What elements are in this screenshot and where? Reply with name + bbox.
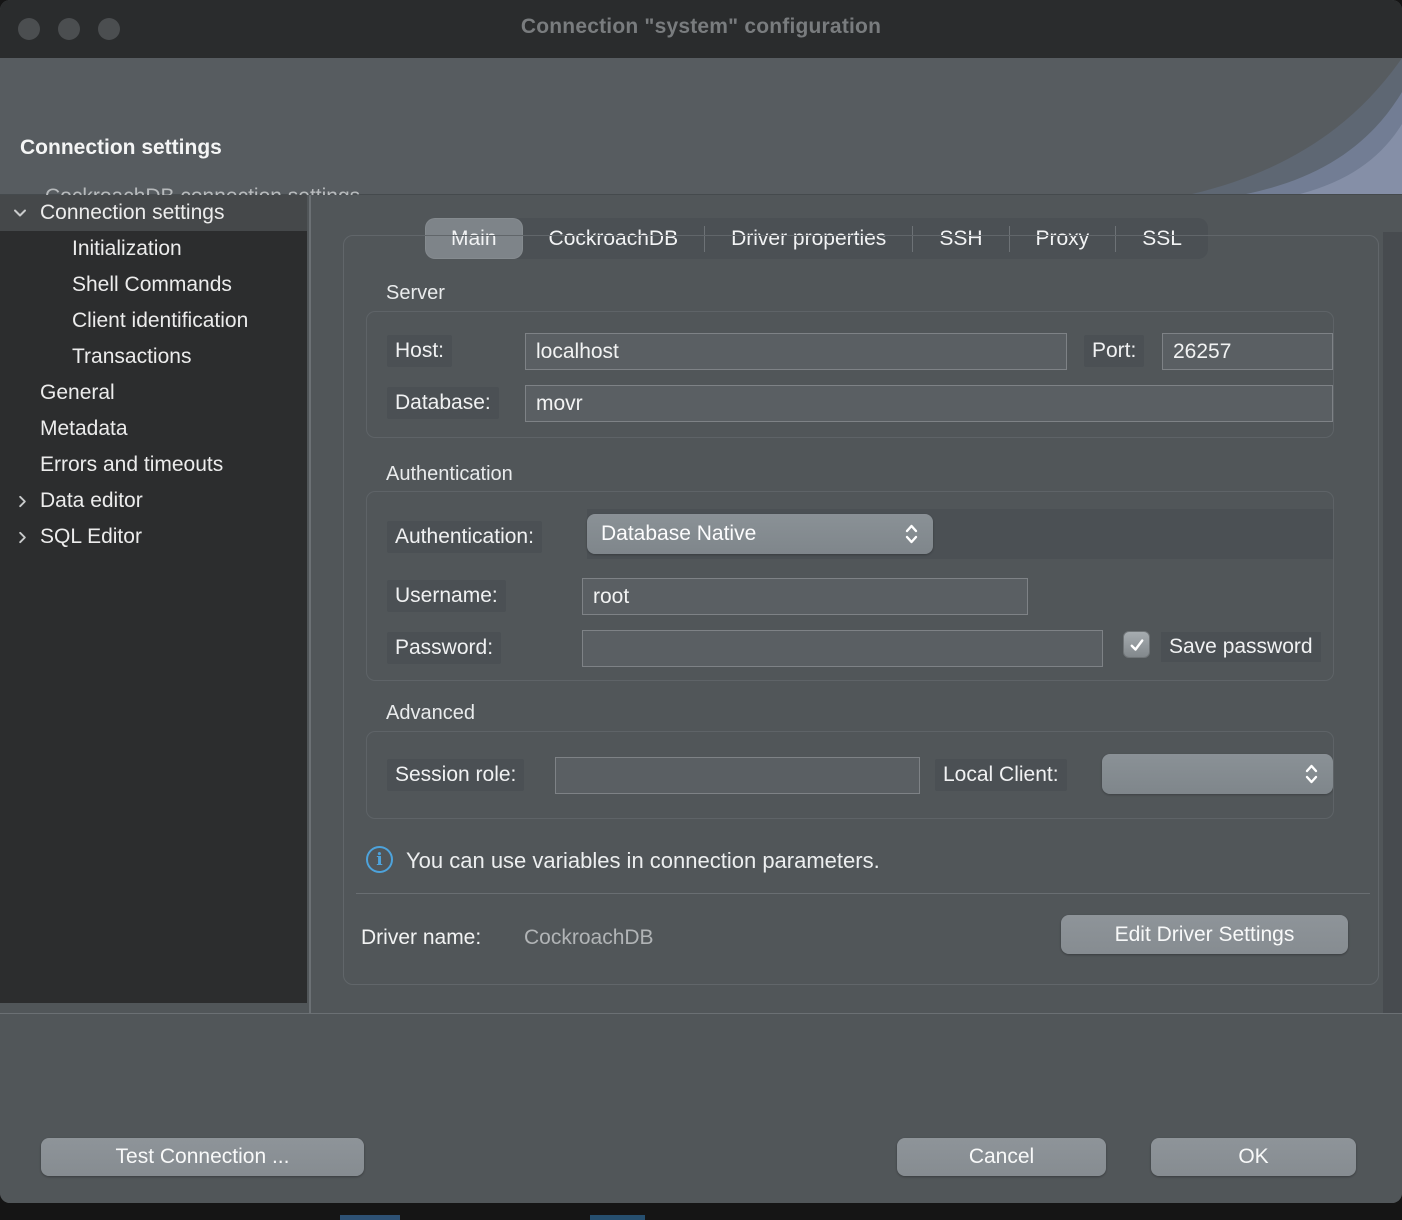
settings-sidebar: Connection settings Initialization Shell…	[0, 195, 309, 1013]
sidebar-item-label: Errors and timeouts	[40, 453, 223, 476]
chevron-up-down-icon	[1304, 762, 1319, 786]
sidebar-item-metadata[interactable]: Metadata	[0, 411, 307, 447]
sidebar-item-errors-and-timeouts[interactable]: Errors and timeouts	[0, 447, 307, 483]
chevron-right-icon[interactable]	[10, 519, 34, 555]
window-title: Connection "system" configuration	[0, 15, 1402, 39]
host-label: Host:	[387, 335, 452, 367]
sidebar-item-initialization[interactable]: Initialization	[0, 231, 307, 267]
save-password-checkbox[interactable]	[1123, 631, 1150, 658]
session-role-label: Session role:	[387, 759, 524, 791]
sidebar-item-connection-settings[interactable]: Connection settings	[0, 195, 307, 231]
sidebar-item-label: Shell Commands	[72, 273, 232, 296]
cancel-button[interactable]: Cancel	[897, 1138, 1106, 1176]
save-password-label: Save password	[1161, 632, 1321, 662]
header-banner-graphic	[1144, 58, 1402, 194]
advanced-group: Session role: Local Client:	[366, 731, 1334, 819]
server-group: Host: Port: Database:	[366, 311, 1334, 438]
sidebar-item-transactions[interactable]: Transactions	[0, 339, 307, 375]
sidebar-item-data-editor[interactable]: Data editor	[0, 483, 307, 519]
background-window-sliver	[590, 1215, 645, 1220]
settings-tree: Connection settings Initialization Shell…	[0, 195, 307, 1003]
port-label: Port:	[1084, 335, 1144, 367]
selected-option-label: Database Native	[601, 522, 904, 546]
titlebar: Connection "system" configuration	[0, 0, 1402, 58]
password-input[interactable]	[582, 630, 1103, 667]
database-label: Database:	[387, 387, 499, 419]
sidebar-item-shell-commands[interactable]: Shell Commands	[0, 267, 307, 303]
database-input[interactable]	[525, 385, 1333, 422]
session-role-input[interactable]	[555, 757, 920, 794]
sidebar-item-label: Data editor	[40, 489, 143, 512]
port-input[interactable]	[1162, 333, 1333, 370]
driver-separator	[356, 893, 1370, 894]
chevron-right-icon[interactable]	[10, 483, 34, 519]
sidebar-item-label: SQL Editor	[40, 525, 142, 548]
driver-name-value: CockroachDB	[524, 926, 654, 950]
chevron-down-icon[interactable]	[8, 195, 32, 231]
connection-configuration-dialog: Connection "system" configuration Connec…	[0, 0, 1402, 1203]
variables-hint-text: You can use variables in connection para…	[406, 848, 880, 874]
test-connection-button[interactable]: Test Connection ...	[41, 1138, 364, 1176]
server-group-legend: Server	[386, 282, 445, 305]
dialog-button-bar: Test Connection ... Cancel OK	[0, 1013, 1402, 1203]
page-title: Connection settings	[20, 136, 222, 160]
sidebar-item-label: General	[40, 381, 115, 404]
wizard-header: Connection settings CockroachDB connecti…	[0, 58, 1402, 195]
sidebar-item-label: Connection settings	[40, 201, 224, 224]
main-tab-content: Server Host: Port: Database: Authenticat…	[343, 235, 1379, 985]
local-client-select[interactable]	[1102, 754, 1333, 794]
background-window-sliver	[340, 1215, 400, 1220]
scrollbar-track[interactable]	[1383, 232, 1402, 1013]
settings-main-area: Main CockroachDB Driver properties SSH P…	[311, 195, 1402, 1013]
edit-driver-settings-button[interactable]: Edit Driver Settings	[1061, 915, 1348, 954]
host-input[interactable]	[525, 333, 1067, 370]
sidebar-item-label: Metadata	[40, 417, 128, 440]
sidebar-item-label: Client identification	[72, 309, 248, 332]
password-label: Password:	[387, 632, 501, 664]
dialog-body: Connection settings Initialization Shell…	[0, 195, 1402, 1013]
authentication-method-select[interactable]: Database Native	[587, 514, 933, 554]
local-client-label: Local Client:	[935, 759, 1067, 791]
sidebar-item-sql-editor[interactable]: SQL Editor	[0, 519, 307, 555]
sidebar-item-general[interactable]: General	[0, 375, 307, 411]
check-icon	[1128, 636, 1146, 654]
authentication-group-legend: Authentication	[386, 463, 513, 486]
advanced-group-legend: Advanced	[386, 702, 475, 725]
sidebar-item-label: Initialization	[72, 237, 182, 260]
info-icon: i	[366, 846, 393, 873]
authentication-method-label: Authentication:	[387, 521, 542, 553]
authentication-group: Authentication: Database Native Username…	[366, 491, 1334, 681]
ok-button[interactable]: OK	[1151, 1138, 1356, 1176]
chevron-up-down-icon	[904, 522, 919, 546]
username-input[interactable]	[582, 578, 1028, 615]
username-label: Username:	[387, 580, 506, 612]
sidebar-item-label: Transactions	[72, 345, 191, 368]
sidebar-item-client-identification[interactable]: Client identification	[0, 303, 307, 339]
driver-name-label: Driver name:	[361, 926, 481, 950]
